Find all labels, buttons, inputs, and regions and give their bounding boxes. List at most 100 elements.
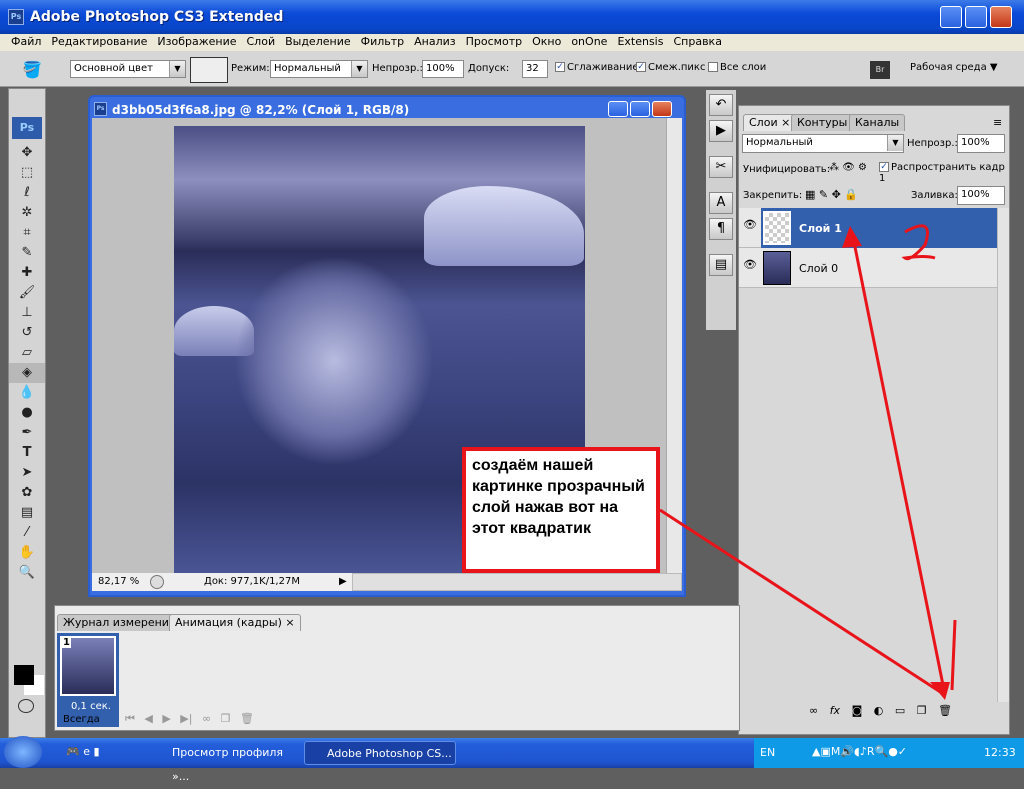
- dodge-tool-icon[interactable]: ●: [9, 403, 45, 423]
- new-layer-icon[interactable]: ❐: [917, 704, 927, 717]
- workspace-button[interactable]: Рабочая среда ▼: [910, 62, 998, 73]
- menu-edit[interactable]: Редактирование: [46, 34, 152, 51]
- unify-label: Унифицировать:: [743, 164, 831, 175]
- doc-maximize-button[interactable]: [630, 101, 650, 117]
- mode-select[interactable]: Нормальный ▼: [270, 60, 368, 78]
- visibility-eye-icon[interactable]: 👁: [741, 218, 759, 236]
- menu-file[interactable]: Файл: [6, 34, 46, 51]
- menu-filter[interactable]: Фильтр: [356, 34, 410, 51]
- tab-channels[interactable]: Каналы: [849, 114, 906, 131]
- playback-controls[interactable]: ⏮ ◀ ▶ ▶| ∞ ❐ 🗑: [125, 712, 254, 726]
- move-tool-icon[interactable]: ✥: [9, 143, 45, 163]
- new-group-icon[interactable]: ▭: [895, 704, 905, 717]
- healing-tool-icon[interactable]: ✚: [9, 263, 45, 283]
- menu-extensis[interactable]: Extensis: [612, 34, 668, 51]
- character-icon[interactable]: A: [709, 192, 733, 214]
- contiguous-checkbox[interactable]: ✓ Смеж.пикс: [636, 62, 705, 73]
- fx-icon[interactable]: fx: [830, 704, 840, 717]
- notes-tool-icon[interactable]: ▤: [9, 503, 45, 523]
- type-tool-icon[interactable]: T: [9, 443, 45, 463]
- menu-select[interactable]: Выделение: [280, 34, 356, 51]
- layer-opacity-input[interactable]: 100%: [957, 134, 1005, 153]
- eraser-tool-icon[interactable]: ▱: [9, 343, 45, 363]
- bridge-icon[interactable]: Br: [870, 61, 890, 79]
- loop-select[interactable]: Всегда: [63, 714, 100, 725]
- layer-row-0[interactable]: 👁 Слой 0: [739, 248, 997, 288]
- shape-tool-icon[interactable]: ✿: [9, 483, 45, 503]
- taskbar-item-opera[interactable]: Просмотр профиля »...: [150, 741, 300, 783]
- path-select-icon[interactable]: ➤: [9, 463, 45, 483]
- language-indicator[interactable]: EN: [760, 746, 775, 759]
- layers-scrollbar[interactable]: [997, 208, 1009, 702]
- link-layers-icon[interactable]: ∞: [809, 704, 818, 717]
- mask-icon[interactable]: ◙: [852, 704, 863, 717]
- actions-icon[interactable]: ▶: [709, 120, 733, 142]
- all-layers-checkbox[interactable]: Все слои: [708, 62, 766, 73]
- history-brush-icon[interactable]: ↺: [9, 323, 45, 343]
- magic-wand-icon[interactable]: ✲: [9, 203, 45, 223]
- vertical-scrollbar[interactable]: [666, 118, 682, 573]
- frame-1[interactable]: 1 0,1 сек.: [57, 633, 119, 727]
- menu-help[interactable]: Справка: [668, 34, 726, 51]
- delete-layer-icon[interactable]: 🗑: [938, 704, 952, 717]
- lasso-tool-icon[interactable]: ℓ: [9, 183, 45, 203]
- paint-bucket-icon[interactable]: 🪣: [22, 60, 42, 79]
- start-button[interactable]: [4, 736, 42, 768]
- quick-launch-icons[interactable]: 🎮 e ▮: [66, 745, 100, 758]
- menu-view[interactable]: Просмотр: [461, 34, 527, 51]
- layer-name[interactable]: Слой 1: [799, 222, 842, 235]
- taskbar-item-photoshop[interactable]: Adobe Photoshop CS...: [304, 741, 456, 765]
- pattern-picker[interactable]: [190, 57, 228, 83]
- marquee-tool-icon[interactable]: ⬚: [9, 163, 45, 183]
- fill-source-select[interactable]: Основной цвет ▼: [70, 60, 186, 78]
- status-icon[interactable]: [150, 575, 164, 589]
- doc-close-button[interactable]: [652, 101, 672, 117]
- panel-menu-icon[interactable]: ≡: [993, 116, 1002, 129]
- doc-minimize-button[interactable]: [608, 101, 628, 117]
- tray-icons[interactable]: ▲▣M🔊◖♪R🔍●✓: [812, 745, 907, 758]
- opacity-input[interactable]: 100%: [422, 60, 464, 78]
- tolerance-input[interactable]: 32: [522, 60, 548, 78]
- zoom-tool-icon[interactable]: 🔍: [9, 563, 45, 583]
- menu-window[interactable]: Окно: [527, 34, 566, 51]
- blend-mode-select[interactable]: Нормальный ▼: [742, 134, 904, 153]
- fill-input[interactable]: 100%: [957, 186, 1005, 205]
- menu-image[interactable]: Изображение: [152, 34, 241, 51]
- status-menu-arrow-icon[interactable]: ▶: [339, 573, 347, 591]
- history-icon[interactable]: ↶: [709, 94, 733, 116]
- paragraph-icon[interactable]: ¶: [709, 218, 733, 240]
- tab-measurement-log[interactable]: Журнал измерений: [57, 614, 183, 631]
- hand-tool-icon[interactable]: ✋: [9, 543, 45, 563]
- layer-name[interactable]: Слой 0: [799, 262, 838, 275]
- menu-onone[interactable]: onOne: [566, 34, 612, 51]
- close-button[interactable]: [990, 6, 1012, 28]
- zoom-field[interactable]: 82,17 %: [98, 573, 139, 591]
- notes-icon[interactable]: ▤: [709, 254, 733, 276]
- layer-row-1[interactable]: 👁 Слой 1: [739, 208, 997, 248]
- minimize-button[interactable]: [940, 6, 962, 28]
- antialias-checkbox[interactable]: ✓ Сглаживание: [555, 62, 638, 73]
- unify-icons[interactable]: ⁂ 👁 ⚙: [829, 162, 867, 173]
- visibility-eye-icon[interactable]: 👁: [741, 258, 759, 276]
- tool-presets-icon[interactable]: ✂: [709, 156, 733, 178]
- menu-analysis[interactable]: Анализ: [409, 34, 461, 51]
- frame-delay[interactable]: 0,1 сек.: [71, 701, 111, 712]
- tab-layers[interactable]: Слои ×: [743, 114, 797, 131]
- tab-paths[interactable]: Контуры: [791, 114, 854, 131]
- crop-tool-icon[interactable]: ⌗: [9, 223, 45, 243]
- lock-icons[interactable]: ▦ ✎ ✥ 🔒: [805, 188, 858, 201]
- blur-tool-icon[interactable]: 💧: [9, 383, 45, 403]
- paint-bucket-tool-icon[interactable]: ◈: [9, 363, 45, 383]
- stamp-tool-icon[interactable]: ⊥: [9, 303, 45, 323]
- maximize-button[interactable]: [965, 6, 987, 28]
- eyedropper-icon[interactable]: ⁄: [9, 523, 45, 543]
- horizontal-scrollbar[interactable]: [352, 573, 682, 591]
- pen-tool-icon[interactable]: ✒: [9, 423, 45, 443]
- menu-layer[interactable]: Слой: [242, 34, 281, 51]
- brush-tool-icon[interactable]: 🖌: [9, 283, 45, 303]
- propagate-checkbox[interactable]: ✓ Распространить кадр 1: [879, 162, 1009, 184]
- tab-animation[interactable]: Анимация (кадры) ×: [169, 614, 301, 631]
- quick-mask-icon[interactable]: [18, 699, 34, 713]
- adjustment-layer-icon[interactable]: ◐: [874, 704, 884, 717]
- slice-tool-icon[interactable]: ✎: [9, 243, 45, 263]
